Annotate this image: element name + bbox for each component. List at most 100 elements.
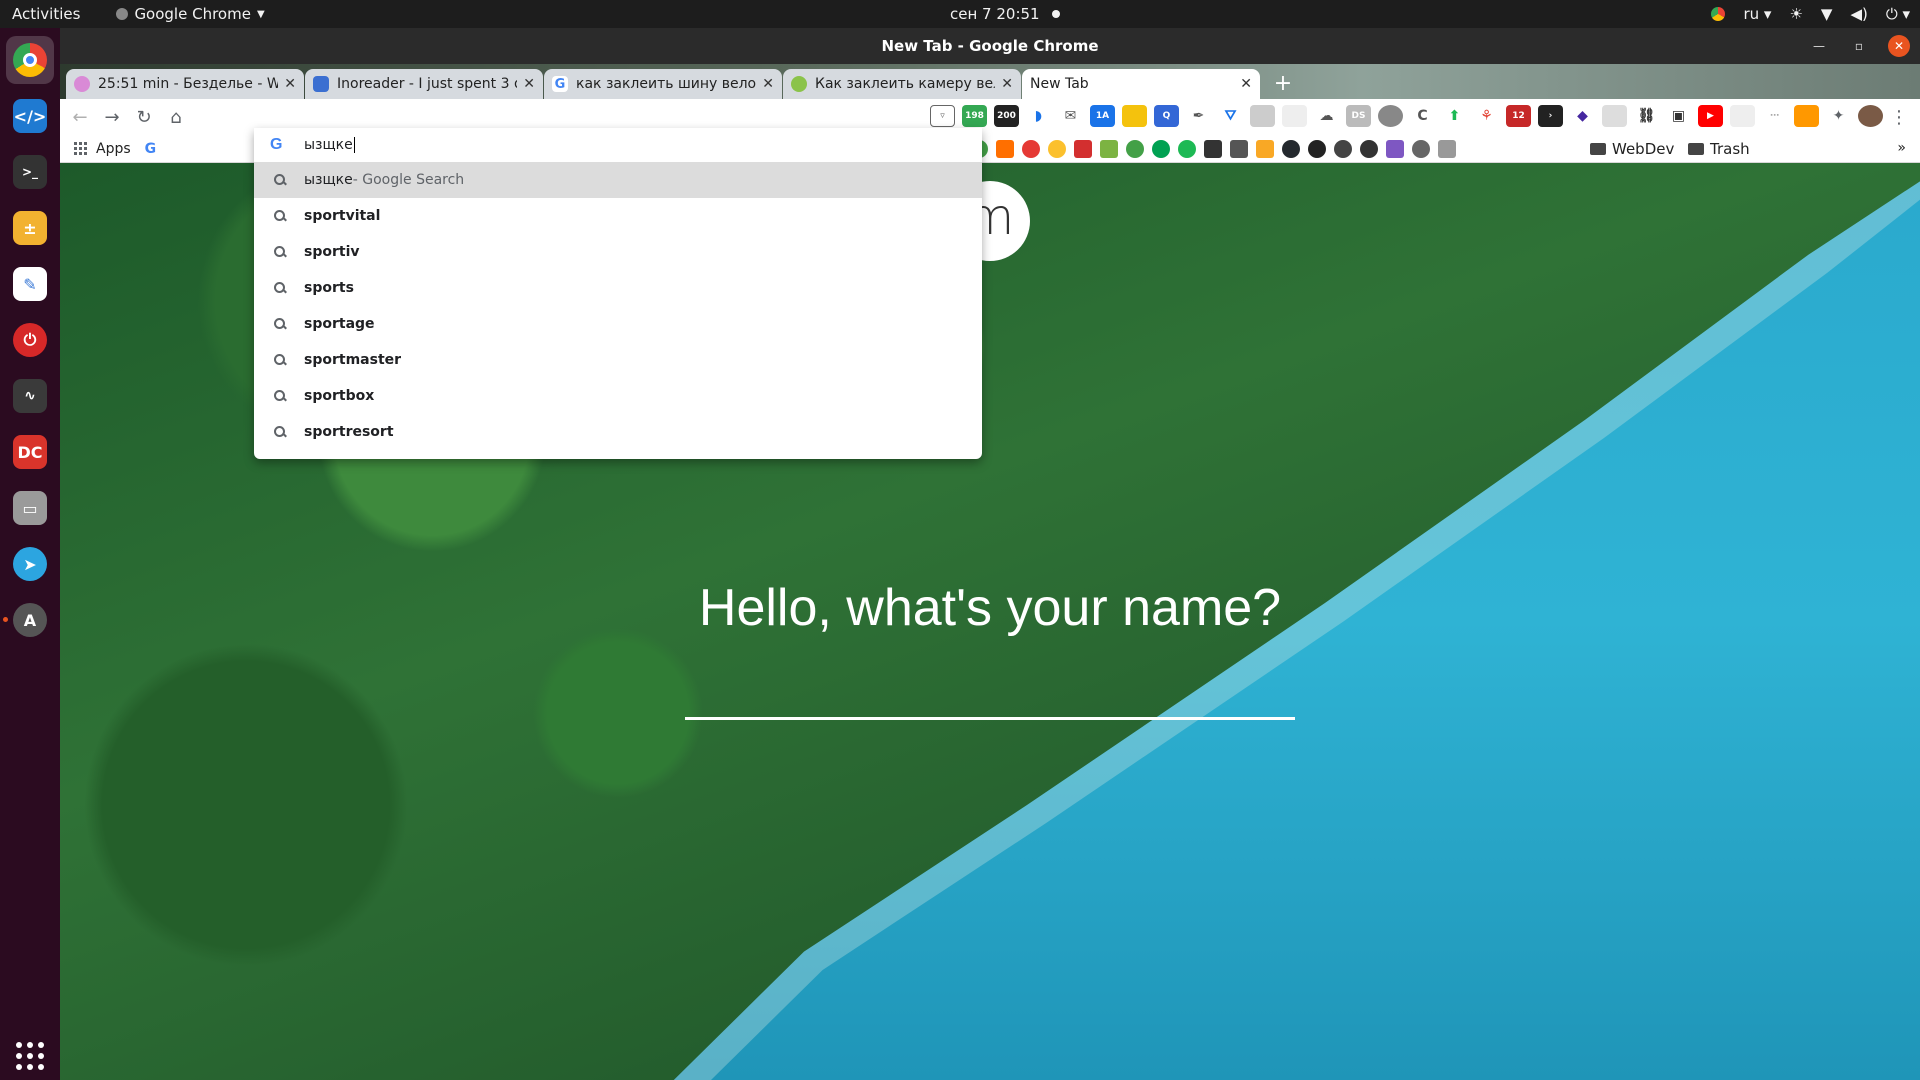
suggestion-item[interactable]: sports <box>254 270 982 306</box>
pocket-icon[interactable]: ▿ <box>930 105 955 127</box>
window-ext-icon[interactable] <box>1602 105 1627 127</box>
pip-ext-icon[interactable]: ▣ <box>1666 105 1691 127</box>
name-input-underline[interactable] <box>685 717 1295 720</box>
close-tab-icon[interactable]: ✕ <box>284 76 296 92</box>
new-tab-button[interactable]: + <box>1269 69 1297 97</box>
dock-terminal[interactable]: >_ <box>6 148 54 196</box>
suggestion-item[interactable]: sportmaster <box>254 342 982 378</box>
bookmark-icon[interactable] <box>1178 140 1196 158</box>
bookmark-icon[interactable] <box>1048 140 1066 158</box>
dots-ext-icon[interactable]: ⋯ <box>1762 105 1787 127</box>
dock-text-editor[interactable]: ✎ <box>6 260 54 308</box>
suggestion-item[interactable]: sportage <box>254 306 982 342</box>
suggestion-item[interactable]: sportbox <box>254 378 982 414</box>
rss-icon[interactable]: ◗ <box>1026 105 1051 127</box>
doc-ext-icon[interactable] <box>1282 105 1307 127</box>
ghost-ext-icon[interactable] <box>1730 105 1755 127</box>
cloud-icon[interactable]: ☁ <box>1314 105 1339 127</box>
keyboard-layout-indicator[interactable]: ru ▾ <box>1743 5 1771 23</box>
dock-chrome[interactable] <box>6 36 54 84</box>
suggestion-google-search[interactable]: ызщке - Google Search <box>254 162 982 198</box>
close-tab-icon[interactable]: ✕ <box>523 76 535 92</box>
minimize-icon[interactable]: — <box>1808 35 1830 57</box>
dock-files[interactable]: ▭ <box>6 484 54 532</box>
calendar-badge-icon[interactable]: 198 <box>962 105 987 127</box>
bookmark-icon[interactable] <box>1152 140 1170 158</box>
tab-bike-tube[interactable]: Как заклеить камеру вел ✕ <box>783 69 1021 99</box>
youtube-ext-icon[interactable]: ▶ <box>1698 105 1723 127</box>
tab-wasted-time[interactable]: 25:51 min - Безделье - Wa ✕ <box>66 69 304 99</box>
bookmark-icon[interactable] <box>1308 140 1326 158</box>
bookmark-icon[interactable] <box>1360 140 1378 158</box>
tab-new-tab[interactable]: New Tab ✕ <box>1022 69 1260 99</box>
ds-ext-icon[interactable]: DS <box>1346 105 1371 127</box>
omnibox-input[interactable]: G ызщке <box>254 128 982 162</box>
tab-google-search[interactable]: G как заклеить шину велос ✕ <box>544 69 782 99</box>
back-icon[interactable]: ← <box>64 101 96 133</box>
dock-vscode[interactable]: </> <box>6 92 54 140</box>
bookmark-icon[interactable] <box>1022 140 1040 158</box>
suggestion-item[interactable]: sportiv <box>254 234 982 270</box>
forward-icon[interactable]: → <box>96 101 128 133</box>
mail-icon[interactable]: ✉ <box>1058 105 1083 127</box>
google-bookmark-icon[interactable]: G <box>145 141 157 157</box>
dock-software[interactable]: A <box>3 596 54 644</box>
dock-system-monitor[interactable]: ∿ <box>6 372 54 420</box>
show-applications-button[interactable] <box>16 1042 44 1070</box>
home-icon[interactable]: ⌂ <box>160 101 192 133</box>
wifi-icon[interactable]: ▼ <box>1821 5 1833 23</box>
close-tab-icon[interactable]: ✕ <box>762 76 774 92</box>
puzzle-icon[interactable]: ✦ <box>1826 105 1851 127</box>
bookmark-icon[interactable] <box>996 140 1014 158</box>
activities-button[interactable]: Activities <box>12 5 80 23</box>
power-icon[interactable]: ⏻ ▾ <box>1886 5 1910 23</box>
app-menu[interactable]: Google Chrome ▼ <box>116 5 265 23</box>
pin-ext-icon[interactable]: ⬆ <box>1442 105 1467 127</box>
bookmark-icon[interactable] <box>1074 140 1092 158</box>
close-tab-icon[interactable]: ✕ <box>1240 76 1252 92</box>
dock-calculator[interactable]: ± <box>6 204 54 252</box>
orange-ext-icon[interactable] <box>1794 105 1819 127</box>
bookmark-icon[interactable] <box>1256 140 1274 158</box>
clock[interactable]: сен 7 20:51 <box>950 5 1060 23</box>
suggestion-item[interactable]: sportresort <box>254 414 982 450</box>
translate-ext-icon[interactable] <box>1378 105 1403 127</box>
chrome-menu-icon[interactable]: ⋮ <box>1890 107 1908 128</box>
window-titlebar[interactable]: New Tab - Google Chrome — ▫ ✕ <box>60 28 1920 64</box>
link-ext-icon[interactable]: ⛓ <box>1634 105 1659 127</box>
dock-power-app[interactable]: ⏻ <box>6 316 54 364</box>
bookmark-icon[interactable] <box>1386 140 1404 158</box>
suggestion-item[interactable]: sportvital <box>254 198 982 234</box>
diamond-ext-icon[interactable]: ◆ <box>1570 105 1595 127</box>
c-ext-icon[interactable]: C <box>1410 105 1435 127</box>
calendar-icon[interactable]: 1A <box>1090 105 1115 127</box>
tab-inoreader[interactable]: Inoreader - I just spent 3 d ✕ <box>305 69 543 99</box>
chevron-ext-icon[interactable]: › <box>1538 105 1563 127</box>
doc-ext-icon[interactable] <box>1250 105 1275 127</box>
notes-icon[interactable] <box>1122 105 1147 127</box>
bookmark-icon[interactable] <box>1100 140 1118 158</box>
cloud-ext-icon[interactable]: ⛛ <box>1218 105 1243 127</box>
tree-ext-icon[interactable]: ⚘ <box>1474 105 1499 127</box>
bookmark-icon[interactable] <box>1438 140 1456 158</box>
close-tab-icon[interactable]: ✕ <box>1001 76 1013 92</box>
dock-telegram[interactable]: ➤ <box>6 540 54 588</box>
maximize-icon[interactable]: ▫ <box>1848 35 1870 57</box>
profile-avatar[interactable] <box>1858 105 1883 127</box>
brightness-icon[interactable]: ☀ <box>1789 5 1802 23</box>
bookmark-icon[interactable] <box>1412 140 1430 158</box>
search-ext-icon[interactable]: Q <box>1154 105 1179 127</box>
eyedropper-icon[interactable]: ✒ <box>1186 105 1211 127</box>
bookmark-icon[interactable] <box>1334 140 1352 158</box>
github-icon[interactable] <box>1282 140 1300 158</box>
reload-icon[interactable]: ↻ <box>128 101 160 133</box>
close-window-icon[interactable]: ✕ <box>1888 35 1910 57</box>
bookmark-icon[interactable] <box>1230 140 1248 158</box>
bookmark-folder-webdev[interactable]: WebDev <box>1590 140 1674 158</box>
apps-shortcut[interactable]: Apps <box>74 141 131 157</box>
bookmark-icon[interactable] <box>1126 140 1144 158</box>
dock-doublecmd[interactable]: DC <box>6 428 54 476</box>
chrome-tray-icon[interactable] <box>1711 7 1726 21</box>
calendar-badge-icon[interactable]: 200 <box>994 105 1019 127</box>
bookmark-icon[interactable] <box>1204 140 1222 158</box>
